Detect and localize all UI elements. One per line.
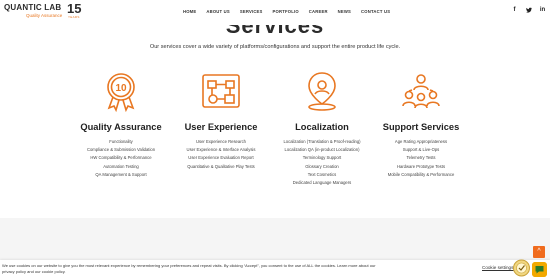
list-item: Hardware Prototype Tests — [396, 163, 446, 169]
nav-item-contact-us[interactable]: CONTACT US — [361, 9, 390, 14]
service-support-services: Support Services Age Rating Appropriaten… — [361, 70, 481, 179]
list-item: QA Management & Support — [95, 171, 147, 177]
social-links: f in — [511, 7, 546, 15]
service-list: Age Rating Appropriateness Support & Liv… — [361, 138, 481, 179]
chat-widget-icon[interactable] — [532, 262, 547, 277]
list-item: Telemetry Tests — [406, 155, 436, 161]
award-10-icon: 10 — [107, 73, 135, 112]
nav-item-news[interactable]: NEWS — [338, 9, 351, 14]
list-item: Dedicated Language Managers — [292, 180, 352, 186]
brand-years-label: YEARS — [68, 15, 80, 19]
list-item: Support & Live-Ops — [402, 147, 440, 153]
twitter-icon[interactable] — [525, 7, 532, 15]
brand-tagline: Quality Assurance — [26, 13, 63, 18]
main-nav: HOME ABOUT US SERVICES PORTFOLIO CAREER … — [183, 9, 390, 14]
site-header: QUANTIC LAB 15 YEARS Quality Assurance H… — [0, 0, 550, 25]
nav-item-portfolio[interactable]: PORTFOLIO — [273, 9, 299, 14]
list-item: Age Rating Appropriateness — [394, 139, 448, 144]
cookie-settings-link[interactable]: Cookie settings — [482, 265, 513, 270]
brand-name: QUANTIC LAB — [4, 3, 62, 12]
section-intro: Our services cover a wide variety of pla… — [149, 44, 401, 50]
brand-logo[interactable]: QUANTIC LAB 15 YEARS Quality Assurance — [4, 2, 81, 19]
brand-anniversary: 15 — [67, 1, 82, 16]
support-team-icon — [402, 74, 440, 109]
linkedin-icon[interactable]: in — [539, 7, 546, 15]
location-pin-icon — [308, 72, 336, 111]
list-item: Mobile Compatibility & Performance — [387, 171, 455, 177]
service-title: Support Services — [382, 122, 460, 132]
cookie-text: We use cookies on our website to give yo… — [2, 263, 376, 274]
scroll-top-button[interactable]: ^ — [533, 246, 545, 258]
svg-text:10: 10 — [115, 83, 127, 94]
nav-item-services[interactable]: SERVICES — [240, 9, 263, 14]
cookie-banner: We use cookies on our website to give yo… — [0, 260, 550, 279]
nav-item-home[interactable]: HOME — [183, 9, 196, 14]
workflow-diagram-icon — [202, 74, 240, 108]
facebook-icon[interactable]: f — [511, 7, 518, 15]
nav-item-about-us[interactable]: ABOUT US — [206, 9, 229, 14]
nav-item-career[interactable]: CAREER — [309, 9, 328, 14]
certification-badge-icon — [513, 259, 530, 277]
